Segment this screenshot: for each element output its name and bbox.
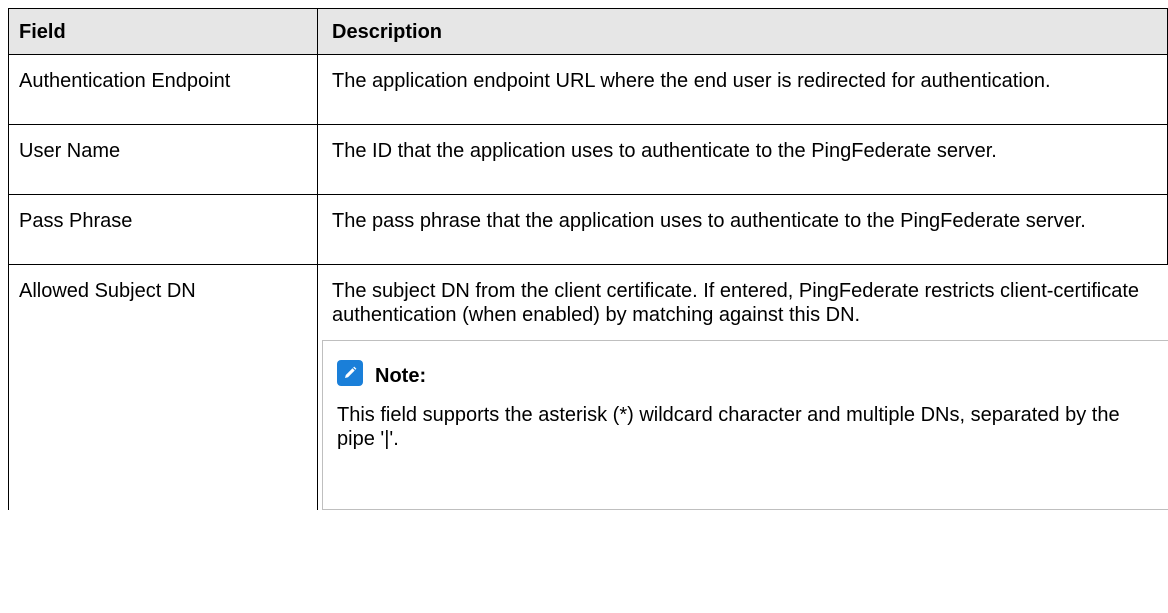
field-name-authentication-endpoint: Authentication Endpoint [8, 54, 318, 125]
description-text: The application endpoint URL where the e… [332, 70, 1051, 92]
pencil-note-icon [337, 360, 363, 386]
field-description: The pass phrase that the application use… [317, 194, 1168, 265]
table-body: Authentication Endpoint The application … [8, 54, 1168, 510]
description-text: The pass phrase that the application use… [332, 210, 1086, 232]
description-text: The ID that the application uses to auth… [332, 140, 997, 162]
field-name-allowed-subject-dn: Allowed Subject DN [8, 264, 318, 510]
field-name-user-name: User Name [8, 124, 318, 195]
field-description: The application endpoint URL where the e… [317, 54, 1168, 125]
field-description: The subject DN from the client certifica… [317, 264, 1168, 510]
table-row: Pass Phrase The pass phrase that the app… [8, 194, 1168, 265]
field-name-pass-phrase: Pass Phrase [8, 194, 318, 265]
note-header: Note: [337, 359, 1148, 387]
table-row: Allowed Subject DN The subject DN from t… [8, 264, 1168, 510]
description-text: The subject DN from the client certifica… [332, 280, 1139, 326]
note-callout: Note: This field supports the asterisk (… [322, 340, 1168, 510]
table-row: User Name The ID that the application us… [8, 124, 1168, 195]
field-description: The ID that the application uses to auth… [317, 124, 1168, 195]
field-description-table: Field Description Authentication Endpoin… [8, 8, 1168, 510]
table-header: Field Description [8, 8, 1168, 55]
table-row: Authentication Endpoint The application … [8, 54, 1168, 125]
field-column-header: Field [8, 8, 318, 55]
note-text: This field supports the asterisk (*) wil… [337, 404, 1120, 450]
description-column-header: Description [317, 8, 1168, 55]
header-row: Field Description [8, 8, 1168, 55]
note-title: Note: [375, 365, 427, 387]
